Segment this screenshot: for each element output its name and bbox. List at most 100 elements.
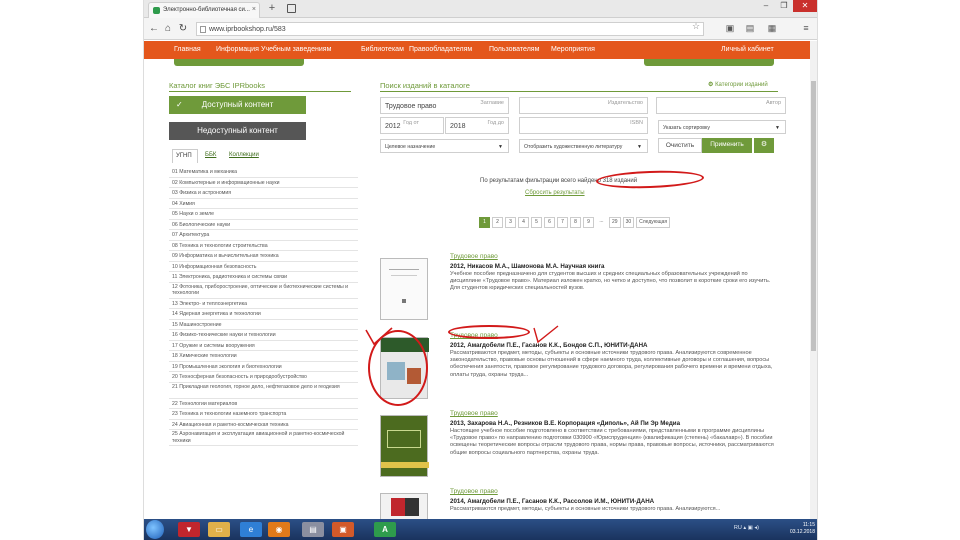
category-item[interactable]: 03 Физика и астрономия: [169, 188, 358, 199]
category-item[interactable]: 19 Промышленная экология и биотехнологии: [169, 362, 358, 372]
home-icon[interactable]: ⌂: [162, 23, 174, 35]
bookmark-star-icon[interactable]: ☆: [692, 21, 700, 32]
system-tray-icons[interactable]: RU ▴ ▣ ◂): [734, 525, 759, 531]
category-item[interactable]: 25 Аэронавигация и эксплуатация авиацион…: [169, 430, 358, 446]
menu-icon[interactable]: ≡: [800, 23, 812, 34]
page-button[interactable]: 2: [492, 217, 503, 228]
categories-link[interactable]: ⚙ Категории изданий: [708, 81, 768, 88]
purpose-select[interactable]: Целевое назначение ▼: [380, 139, 509, 153]
category-item[interactable]: 15 Машиностроение: [169, 320, 358, 330]
book-category-link[interactable]: Трудовое право: [450, 410, 780, 417]
maximize-button[interactable]: ❐: [775, 0, 793, 12]
notepad-icon[interactable]: ▤: [302, 522, 324, 537]
close-window-button[interactable]: ✕: [793, 0, 817, 12]
category-item[interactable]: 11 Электроника, радиотехника и системы с…: [169, 272, 358, 283]
tab-bbk[interactable]: ББК: [205, 152, 216, 158]
scrollbar-thumb[interactable]: [811, 81, 816, 351]
category-item[interactable]: 07 Архитектура: [169, 230, 358, 241]
page-button[interactable]: 7: [557, 217, 568, 228]
category-item[interactable]: 13 Электро- и теплоэнергетика: [169, 299, 358, 309]
gallery-icon[interactable]: ▣: [332, 522, 354, 537]
media-app-icon[interactable]: ▼: [178, 522, 200, 537]
settings-gear-icon[interactable]: ⚙: [754, 138, 774, 153]
unavailable-content-button[interactable]: Недоступный контент: [169, 122, 306, 140]
category-item[interactable]: 06 Биологические науки: [169, 220, 358, 230]
tab-ugnp[interactable]: УГНП: [172, 149, 198, 163]
reading-view-icon[interactable]: ▣: [724, 23, 736, 34]
page-button[interactable]: 5: [531, 217, 542, 228]
start-button[interactable]: [146, 520, 164, 539]
back-arrow-icon[interactable]: ←: [148, 23, 160, 35]
year-from-field[interactable]: 2012 Год от: [380, 117, 444, 134]
nav-universities[interactable]: Учебным заведениям: [261, 46, 331, 53]
category-item[interactable]: 04 Химия: [169, 199, 358, 209]
category-item[interactable]: 01 Математика и механика: [169, 167, 358, 178]
category-item[interactable]: 02 Компьютерные и информационные науки: [169, 178, 358, 188]
next-page-button[interactable]: Следующая: [636, 217, 671, 228]
nav-users[interactable]: Пользователям: [489, 46, 539, 53]
page-button[interactable]: 3: [505, 217, 516, 228]
page-button[interactable]: 9: [583, 217, 594, 228]
reset-results-link[interactable]: Сбросить результаты: [525, 190, 585, 196]
clock[interactable]: 11:15 03.12.2018: [790, 522, 815, 536]
category-item[interactable]: 10 Информационная безопасность: [169, 262, 358, 272]
tab-collections[interactable]: Коллекции: [229, 152, 259, 158]
category-item[interactable]: 08 Техника и технологии строительства: [169, 241, 358, 251]
isbn-field[interactable]: ISBN: [519, 117, 648, 134]
page-button[interactable]: 1: [479, 217, 490, 228]
clear-button[interactable]: Очистить: [658, 138, 702, 153]
category-item[interactable]: 09 Информатика и вычислительная техника: [169, 251, 358, 262]
page-button[interactable]: 8: [570, 217, 581, 228]
nav-rightholders[interactable]: Правообладателям: [409, 46, 472, 53]
book-title[interactable]: 2013, Захарова Н.А., Резников В.Е. Корпо…: [450, 420, 780, 427]
title-field[interactable]: Трудовое право Заглавие: [380, 97, 509, 114]
folder-icon[interactable]: ▭: [208, 522, 230, 537]
book-title[interactable]: 2014, Амагдобели П.Е., Гасанов К.К., Рас…: [450, 498, 780, 505]
category-item[interactable]: 20 Техносферная безопасность и природооб…: [169, 372, 358, 383]
book-category-link[interactable]: Трудовое право: [450, 253, 780, 260]
media-player-icon[interactable]: ◉: [268, 522, 290, 537]
category-item[interactable]: 21 Прикладная геология, горное дело, неф…: [169, 383, 358, 399]
category-item[interactable]: 14 Ядерная энергетика и технологии: [169, 309, 358, 320]
publisher-field[interactable]: Издательство: [519, 97, 648, 114]
nav-info[interactable]: Информация: [216, 46, 259, 53]
nav-events[interactable]: Мероприятия: [551, 46, 595, 53]
minimize-button[interactable]: –: [757, 0, 775, 12]
nav-account[interactable]: Личный кабинет: [721, 46, 774, 53]
new-tab-button[interactable]: +: [265, 2, 279, 14]
notes-icon[interactable]: ▤: [744, 23, 756, 34]
author-field[interactable]: Автор: [656, 97, 786, 114]
book-cover[interactable]: [380, 258, 428, 320]
category-item[interactable]: 17 Оружие и системы вооружения: [169, 341, 358, 351]
book-category-link[interactable]: Трудовое право: [450, 488, 780, 495]
page-scrollbar[interactable]: [810, 41, 817, 521]
book-title[interactable]: 2012, Амагдобели П.Е., Гасанов К.К., Бон…: [450, 342, 780, 349]
sort-select[interactable]: Указать сортировку ▼: [658, 120, 786, 134]
ie-browser-icon[interactable]: e: [240, 522, 262, 537]
page-button[interactable]: 30: [622, 217, 635, 228]
browser-tab[interactable]: Электронно-библиотечная си... ×: [148, 2, 260, 18]
year-to-field[interactable]: 2018 Год до: [445, 117, 509, 134]
url-bar[interactable]: www.iprbookshop.ru/583: [196, 22, 704, 36]
category-item[interactable]: 05 Науки о земле: [169, 209, 358, 220]
page-button[interactable]: 6: [544, 217, 555, 228]
nav-libraries[interactable]: Библиотекам: [361, 46, 404, 53]
nav-home[interactable]: Главная: [174, 46, 201, 53]
browser-app-icon[interactable]: A: [374, 522, 396, 537]
category-item[interactable]: 18 Химические технологии: [169, 351, 358, 362]
page-button[interactable]: 29: [609, 217, 621, 228]
category-item[interactable]: 23 Техника и технологии наземного трансп…: [169, 409, 358, 420]
page-button[interactable]: 4: [518, 217, 529, 228]
apply-button[interactable]: Применить: [702, 138, 752, 153]
book-cover[interactable]: [380, 415, 429, 477]
available-content-button[interactable]: ✓ Доступный контент: [169, 96, 306, 114]
tab-collection-icon[interactable]: [287, 4, 296, 13]
close-tab-icon[interactable]: ×: [252, 6, 256, 13]
fiction-select[interactable]: Отобразить художественную литературу ▼: [519, 139, 648, 153]
book-cover[interactable]: [380, 493, 428, 520]
hub-icon[interactable]: ▦: [766, 23, 778, 34]
reload-icon[interactable]: ↻: [177, 23, 189, 35]
language-indicator[interactable]: RU: [734, 525, 742, 531]
category-item[interactable]: 12 Фотоника, приборостроение, оптические…: [169, 283, 358, 299]
category-item[interactable]: 22 Технологии материалов: [169, 399, 358, 409]
